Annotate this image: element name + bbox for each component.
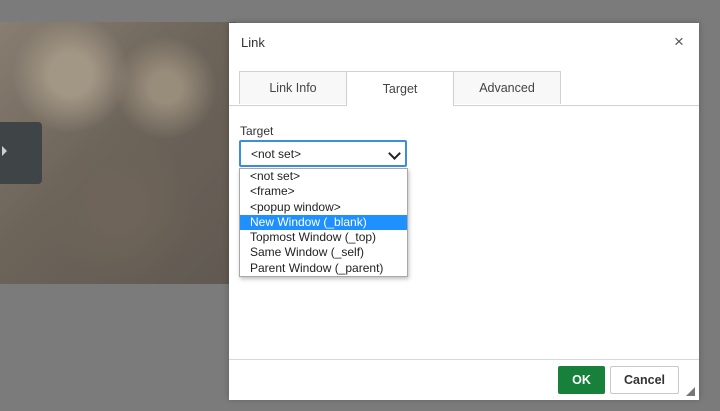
close-icon[interactable]: ×	[671, 33, 687, 51]
option-topmost-window[interactable]: Topmost Window (_top)	[240, 230, 407, 245]
link-dialog: Link × Link Info Target Advanced Target …	[229, 23, 699, 400]
option-not-set[interactable]: <not set>	[240, 169, 407, 184]
tab-link-info[interactable]: Link Info	[239, 71, 347, 104]
chevron-down-icon	[388, 147, 401, 160]
target-select-value: <not set>	[251, 146, 302, 161]
option-parent-window[interactable]: Parent Window (_parent)	[240, 261, 407, 276]
option-frame[interactable]: <frame>	[240, 184, 407, 199]
background-area	[0, 296, 228, 411]
dialog-footer: OK Cancel	[229, 359, 699, 400]
resize-handle-icon[interactable]	[686, 387, 695, 396]
target-select[interactable]: <not set>	[239, 140, 407, 167]
tab-advanced[interactable]: Advanced	[453, 71, 561, 104]
dialog-header: Link ×	[229, 23, 699, 63]
target-dropdown-list: <not set> <frame> <popup window> New Win…	[239, 168, 408, 277]
target-label: Target	[240, 124, 274, 138]
tab-target[interactable]: Target	[346, 71, 454, 106]
tab-bar: Link Info Target Advanced	[229, 71, 699, 106]
ok-button[interactable]: OK	[558, 366, 605, 394]
option-popup-window[interactable]: <popup window>	[240, 200, 407, 215]
dialog-title: Link	[241, 35, 265, 50]
background-arrow-icon	[2, 146, 7, 156]
option-new-window[interactable]: New Window (_blank)	[240, 214, 407, 231]
option-same-window[interactable]: Same Window (_self)	[240, 245, 407, 260]
cancel-button[interactable]: Cancel	[610, 366, 679, 394]
